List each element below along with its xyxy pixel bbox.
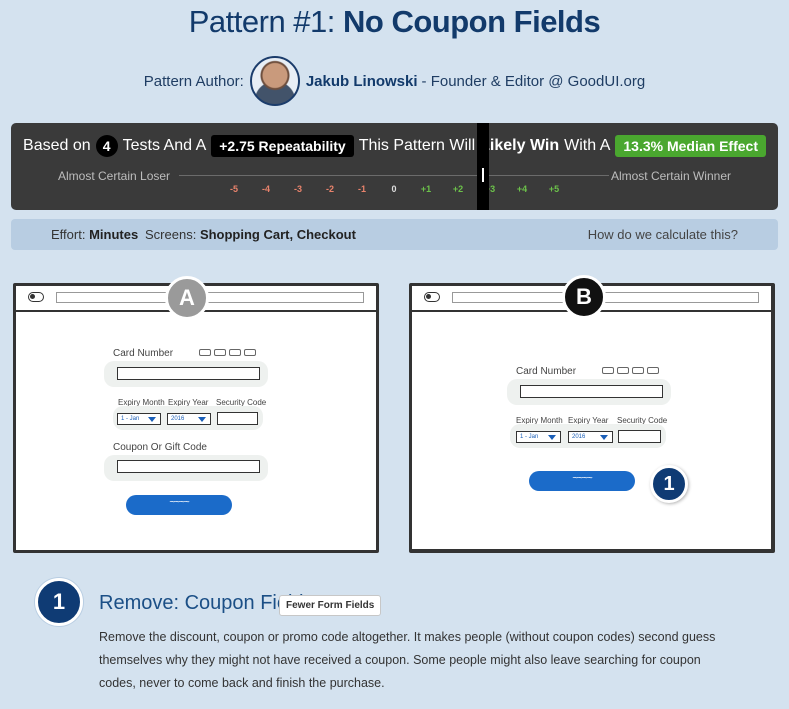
coupon-label: Coupon Or Gift Code: [113, 442, 207, 453]
callout-number: 1: [650, 465, 688, 503]
card-number-label: Card Number: [113, 348, 174, 359]
screens-value: Shopping Cart, Checkout: [199, 227, 356, 242]
scale-tick: -3: [293, 184, 302, 194]
recommendation-body: Remove the discount, coupon or promo cod…: [99, 630, 716, 690]
card-icon: [632, 367, 644, 374]
result-sentence: Based on 4 Tests And A +2.75 Repeatabili…: [11, 135, 778, 157]
repeatability-badge: +2.75 Repeatability: [211, 135, 354, 157]
scale-tick: -2: [325, 184, 334, 194]
screens-label: Screens:: [145, 227, 197, 242]
scale-tick: +2: [452, 184, 464, 194]
author-role: - Founder & Editor @ GoodUI.org: [421, 72, 646, 90]
card-number-input[interactable]: [520, 385, 663, 398]
median-effect-badge: 13.3% Median Effect: [615, 135, 766, 157]
expiry-year-select[interactable]: 2016: [568, 431, 613, 443]
screens-info: Screens: Shopping Cart, Checkout: [145, 227, 356, 242]
pattern-will-text: This Pattern Will: [358, 137, 476, 154]
scale-tick: -4: [261, 184, 270, 194]
author-row: Pattern Author: Jakub Linowski - Founder…: [0, 55, 789, 107]
security-code-input[interactable]: [217, 412, 258, 425]
based-on-text: Based on: [23, 137, 91, 154]
scale-right-label: Almost Certain Winner: [610, 169, 731, 183]
expiry-year-select[interactable]: 2016: [167, 413, 211, 425]
scale-tick: +5: [548, 184, 560, 194]
recommendation-tag[interactable]: Fewer Form Fields: [279, 595, 382, 616]
variant-a-mockup: Card Number Expiry Month Expiry Year Sec…: [13, 283, 379, 553]
security-code-input[interactable]: [618, 430, 661, 443]
result-panel: Based on 4 Tests And A +2.75 Repeatabili…: [11, 123, 778, 210]
card-icon: [617, 367, 629, 374]
avatar: [249, 56, 300, 106]
browser-toggle-icon: [424, 292, 440, 302]
card-number-label: Card Number: [516, 366, 577, 377]
how-calculate-link[interactable]: How do we calculate this?: [588, 227, 738, 242]
with-a-text: With A: [564, 137, 611, 154]
variant-a-badge: A: [165, 276, 209, 320]
scale-line: [179, 175, 609, 176]
card-icon: [602, 367, 614, 374]
submit-button[interactable]: [529, 471, 635, 491]
submit-button[interactable]: [126, 495, 232, 515]
card-icon: [199, 349, 211, 356]
card-icon: [229, 349, 241, 356]
scale-tick: -5: [229, 184, 238, 194]
card-icon: [647, 367, 659, 374]
effort-info: Effort: Minutes: [51, 227, 138, 242]
author-name[interactable]: Jakub Linowski: [306, 73, 418, 90]
author-label: Pattern Author:: [143, 72, 244, 90]
scale-tick: 0: [391, 184, 397, 194]
title-prefix: Pattern #1:: [188, 4, 336, 39]
card-number-input[interactable]: [117, 367, 260, 380]
tests-and-a-text: Tests And A: [122, 137, 207, 154]
title-strong: No Coupon Fields: [343, 4, 601, 39]
coupon-input[interactable]: [117, 460, 260, 473]
expiry-month-select[interactable]: 1 - Jan: [117, 413, 161, 425]
effort-value: Minutes: [89, 227, 139, 242]
scale-tick: -1: [357, 184, 366, 194]
scale-left-label: Almost Certain Loser: [58, 169, 171, 183]
scale-tick: +1: [420, 184, 432, 194]
expiry-month-select[interactable]: 1 - Jan: [516, 431, 561, 443]
browser-toggle-icon: [28, 292, 44, 302]
variant-b-badge: B: [562, 275, 606, 319]
card-icon: [214, 349, 226, 356]
meta-bar: Effort: Minutes Screens: Shopping Cart, …: [11, 219, 778, 250]
scale-tick: +4: [516, 184, 528, 194]
effort-label: Effort:: [51, 227, 86, 242]
page-title: Pattern #1: No Coupon Fields: [0, 4, 789, 40]
browser-url-bar: [56, 292, 364, 303]
likely-win-text: Likely Win: [480, 137, 560, 154]
score-marker: [477, 123, 489, 210]
card-icon: [244, 349, 256, 356]
recommendation-number: 1: [35, 578, 83, 626]
tests-count: 4: [95, 135, 118, 157]
variant-b-mockup: Card Number Expiry Month Expiry Year Sec…: [409, 283, 775, 553]
